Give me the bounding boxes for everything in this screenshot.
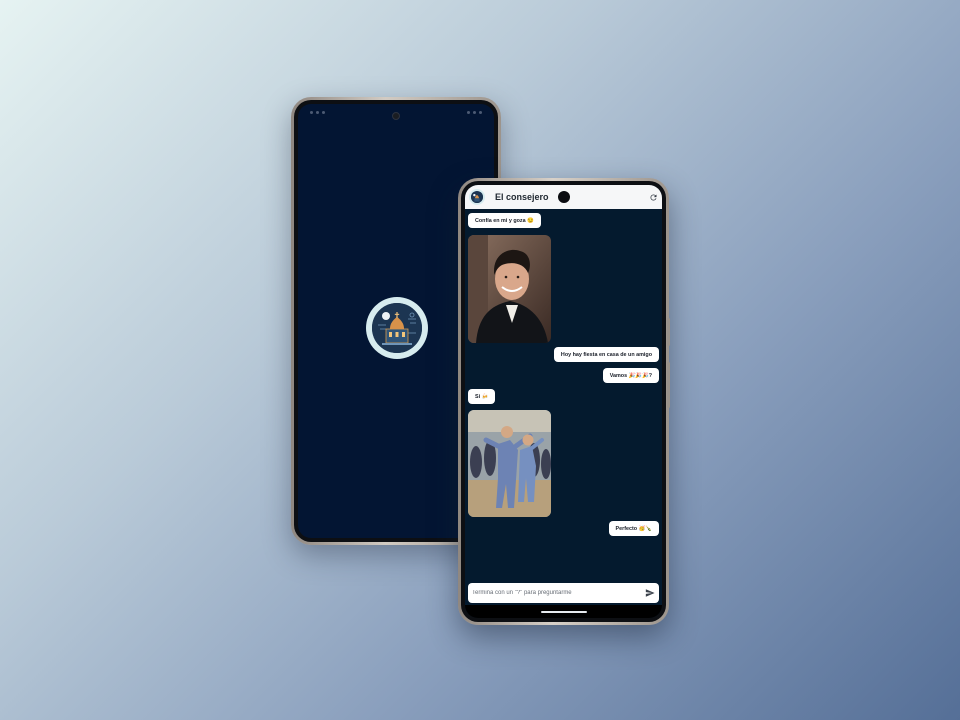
volume-button <box>667 362 670 408</box>
message-text: Vamos 🎉🎉🎉? <box>609 372 652 379</box>
camera-cutout <box>557 191 570 203</box>
church-logo-icon <box>471 191 483 203</box>
message-bubble-received: Si 🍻 <box>468 389 496 404</box>
dancing-men-gif[interactable] <box>468 410 551 517</box>
chat-screen: El consejero Confía en mi y goza 😏 Hoy h… <box>465 185 662 618</box>
status-icons-right <box>467 111 482 114</box>
message-input[interactable] <box>472 590 644 596</box>
phone-bezel: El consejero Confía en mi y goza 😏 Hoy h… <box>461 181 666 622</box>
splash-logo <box>366 297 428 359</box>
status-icons-left <box>310 111 325 114</box>
refresh-button[interactable] <box>647 191 659 203</box>
refresh-icon <box>649 194 656 200</box>
message-text: Si 🍻 <box>475 393 489 400</box>
church-logo-icon <box>372 303 422 353</box>
smiling-man-gif[interactable] <box>468 235 551 343</box>
chat-phone: El consejero Confía en mi y goza 😏 Hoy h… <box>458 178 670 625</box>
message-bubble-sent: Vamos 🎉🎉🎉? <box>602 368 659 383</box>
app-title: El consejero <box>495 192 549 202</box>
message-text: Hoy hay fiesta en casa de un amigo <box>560 351 652 358</box>
gesture-nav-handle[interactable] <box>540 611 587 613</box>
send-icon <box>645 589 655 597</box>
message-composer <box>468 583 659 603</box>
side-button <box>667 318 670 346</box>
message-text: Confía en mi y goza 😏 <box>475 217 534 224</box>
send-button[interactable] <box>644 588 655 599</box>
camera-cutout <box>392 112 400 120</box>
message-bubble-sent: Perfecto 🥳🍾 <box>608 521 659 536</box>
avatar <box>469 189 485 205</box>
message-bubble-received: Confía en mi y goza 😏 <box>468 213 541 228</box>
message-text: Perfecto 🥳🍾 <box>615 525 653 532</box>
message-bubble-sent: Hoy hay fiesta en casa de un amigo <box>553 347 659 362</box>
